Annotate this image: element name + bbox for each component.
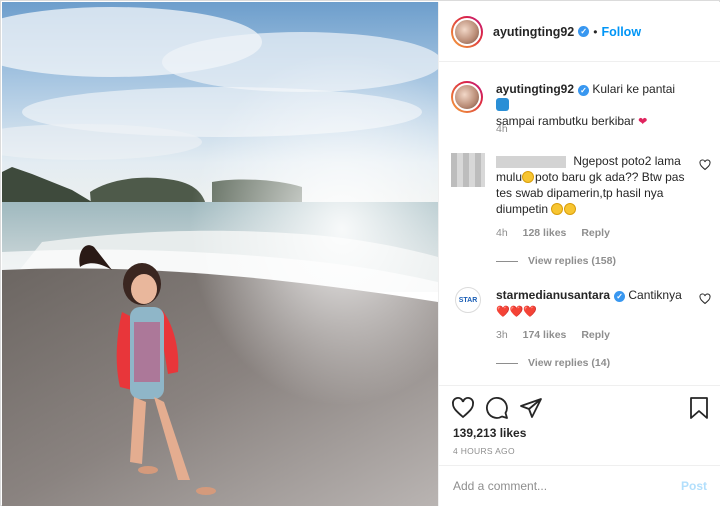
heart-icon[interactable] — [451, 396, 475, 420]
post-actions-bar: 139,213 likes 4 HOURS AGO — [439, 385, 720, 465]
caption-username[interactable]: ayutingting92 — [496, 82, 574, 96]
reply-button[interactable]: Reply — [581, 329, 610, 341]
add-comment-bar: Add a comment... Post — [439, 465, 720, 506]
author-avatar[interactable] — [451, 15, 483, 48]
comment-input[interactable]: Add a comment... — [453, 479, 681, 493]
author-username[interactable]: ayutingting92 — [493, 25, 574, 39]
post-photo[interactable] — [2, 2, 438, 506]
grin-emoji-icon — [551, 203, 564, 215]
view-replies-button[interactable]: View replies (14) — [496, 357, 610, 369]
view-replies-label: View replies (158) — [528, 255, 616, 267]
comments-list[interactable]: ayutingting92 ✓ Kulari ke pantai sampai r… — [439, 63, 720, 385]
comment-like-heart-icon[interactable] — [699, 293, 711, 305]
verified-badge-icon: ✓ — [614, 291, 626, 302]
follow-button[interactable]: Follow — [601, 25, 641, 39]
comment-text-body: Cantiknya — [628, 288, 682, 302]
post-header: ayutingting92 ✓ • Follow — [439, 2, 720, 62]
view-replies-label: View replies (14) — [528, 357, 611, 369]
grin-emoji-icon — [564, 203, 577, 215]
heart-emoji-icon: ❤ — [638, 116, 648, 128]
comment-text: starmedianusantara ✓ Cantiknya ❤️❤️❤️ — [496, 287, 691, 320]
caption-item: ayutingting92 ✓ Kulari ke pantai sampai r… — [451, 81, 713, 141]
commenter-username[interactable]: starmedianusantara — [496, 288, 610, 302]
comment-time: 4h — [496, 227, 508, 239]
comment-time: 3h — [496, 329, 508, 341]
post-timestamp: 4 HOURS AGO — [453, 446, 515, 456]
comment-avatar-blurred[interactable] — [451, 153, 485, 187]
comment-item: STAR starmedianusantara ✓ Cantiknya ❤️❤️❤… — [451, 287, 713, 377]
heart-emoji-icon: ❤️❤️❤️ — [496, 306, 538, 318]
comment-likes[interactable]: 128 likes — [523, 227, 567, 239]
comment-item: Ngepost poto2 lama mulu poto baru gk ada?… — [451, 153, 713, 273]
view-replies-button[interactable]: View replies (158) — [496, 255, 616, 267]
blurred-username — [496, 155, 566, 168]
caption-text: ayutingting92 ✓ Kulari ke pantai sampai r… — [496, 81, 691, 130]
bookmark-icon[interactable] — [687, 396, 711, 420]
verified-badge-icon: ✓ — [578, 26, 590, 37]
verified-badge-icon: ✓ — [578, 85, 590, 96]
commenter-avatar[interactable]: STAR — [455, 287, 481, 313]
comment-meta: 4h 128 likes Reply — [496, 227, 622, 239]
wave-emoji-icon — [496, 98, 509, 111]
comment-like-heart-icon[interactable] — [699, 159, 711, 171]
avatar-logo-text: STAR — [458, 296, 478, 304]
share-icon[interactable] — [519, 396, 543, 420]
likes-count[interactable]: 139,213 likes — [453, 426, 526, 440]
post-side-panel: ayutingting92 ✓ • Follow ayutingting92 ✓ … — [438, 2, 720, 506]
comment-meta: 3h 174 likes Reply — [496, 329, 622, 341]
comment-text: Ngepost poto2 lama mulu poto baru gk ada?… — [496, 153, 691, 217]
caption-time: 4h — [496, 123, 508, 135]
reply-button[interactable]: Reply — [581, 227, 610, 239]
caption-avatar[interactable] — [451, 81, 483, 113]
comment-icon[interactable] — [485, 396, 509, 420]
comment-likes[interactable]: 174 likes — [523, 329, 567, 341]
instagram-post-window: ayutingting92 ✓ • Follow ayutingting92 ✓ … — [0, 0, 720, 506]
beach-photo-image — [2, 2, 438, 506]
grin-emoji-icon — [522, 171, 535, 183]
caption-meta: 4h — [496, 123, 520, 135]
caption-line-1: Kulari ke pantai — [592, 82, 676, 96]
post-comment-button[interactable]: Post — [681, 479, 707, 493]
separator-dot: • — [593, 24, 598, 39]
